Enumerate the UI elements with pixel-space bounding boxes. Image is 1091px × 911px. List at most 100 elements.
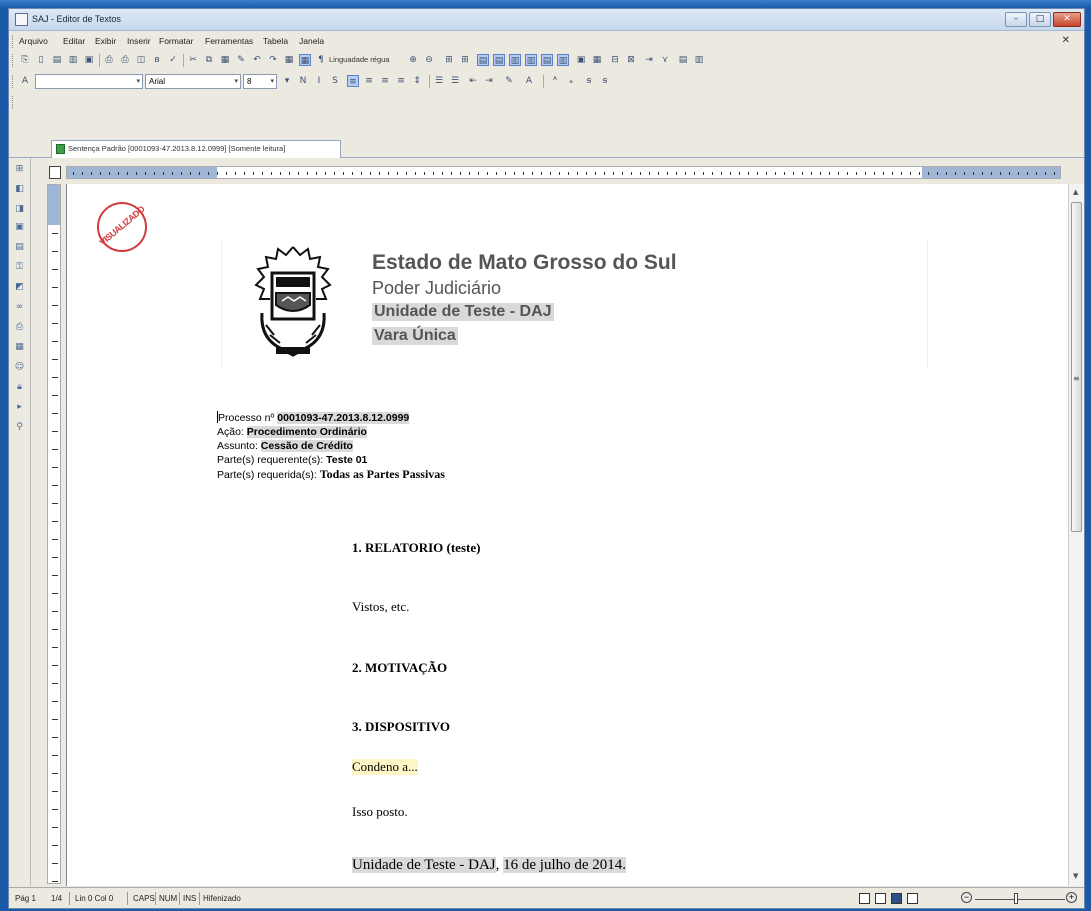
char-format-icon[interactable]: ꞩ [583, 75, 595, 87]
view-layout-icon[interactable] [891, 893, 902, 904]
zoom-slider-knob[interactable] [1014, 893, 1018, 904]
increase-indent-icon[interactable]: ⇥ [483, 75, 495, 87]
autofit-icon[interactable]: ⊠ [625, 54, 637, 66]
arrow-icon[interactable]: ▸ [14, 402, 25, 413]
format-paint-icon[interactable]: ✎ [235, 54, 247, 66]
menu-editar[interactable]: Editar [63, 36, 85, 46]
undo-icon[interactable]: ↶ [251, 54, 263, 66]
padlock-icon[interactable]: 🔒︎ [14, 382, 25, 393]
view-page-icon[interactable] [875, 893, 886, 904]
guide-label[interactable]: Linguadade régua [329, 55, 389, 64]
pin-icon[interactable]: ⚲ [14, 422, 25, 433]
align-left-icon[interactable]: ≡ [347, 75, 359, 87]
cut-icon[interactable]: ✂ [187, 54, 199, 66]
subscript-icon[interactable]: ₐ [565, 75, 577, 87]
menu-tabela[interactable]: Tabela [263, 36, 288, 46]
footer-icon[interactable]: ▥ [693, 54, 705, 66]
redo-icon[interactable]: ↷ [267, 54, 279, 66]
spellcheck-auto-icon[interactable]: ✓ [167, 54, 179, 66]
print-icon[interactable]: ⎙ [14, 322, 25, 333]
bold-icon[interactable]: N [297, 75, 309, 87]
insert-variable-icon[interactable]: ⊞ [14, 164, 25, 175]
menu-arquivo[interactable]: Arquivo [19, 36, 48, 46]
align-right-icon[interactable]: ≡ [379, 75, 391, 87]
scroll-down-icon[interactable]: ▼ [1073, 872, 1078, 880]
minimize-button[interactable]: – [1005, 12, 1027, 27]
menu-janela[interactable]: Janela [299, 36, 324, 46]
font-color-icon[interactable]: A [523, 75, 535, 87]
chevron-down-icon[interactable]: ▾ [136, 75, 140, 88]
print-icon[interactable]: ⎙ [103, 54, 115, 66]
document-list-icon[interactable]: ▦ [14, 342, 25, 353]
style-select[interactable]: ▾ [35, 74, 143, 89]
lock-icon[interactable]: ▣ [14, 222, 25, 233]
spellcheck-icon[interactable]: ʙ [151, 54, 163, 66]
zoom-in-icon[interactable]: + [1066, 892, 1077, 903]
filter-icon[interactable]: ⋎ [659, 54, 671, 66]
align-center-icon[interactable]: ≡ [363, 75, 375, 87]
split-cells-icon[interactable]: ▦ [591, 54, 603, 66]
tab-document[interactable]: Sentença Padrão [0001093-47.2013.8.12.09… [51, 140, 341, 158]
vertical-scrollbar[interactable]: ▲ ≡ ▼ [1068, 184, 1084, 886]
bookmark-icon[interactable]: ◩ [14, 282, 25, 293]
insert-model-icon[interactable]: ◧ [14, 184, 25, 195]
line-spacing-icon[interactable]: ⇕ [411, 75, 423, 87]
font-size-select[interactable]: 8 ▾ [243, 74, 277, 89]
table-row-above-icon[interactable]: ▤ [477, 54, 489, 66]
copy-icon[interactable]: ⧉ [203, 54, 215, 66]
key-icon[interactable]: ⚿ [14, 262, 25, 273]
document-page[interactable]: VISUALIZADO Estado de Mato Grosso do Sul… [66, 184, 1079, 886]
chevron-down-icon[interactable]: ▾ [270, 75, 274, 88]
italic-icon[interactable]: I [313, 75, 325, 87]
tab-stop-selector[interactable] [49, 166, 61, 179]
new-doc-icon[interactable]: ▯ [35, 54, 47, 66]
print-preview-icon[interactable]: ⎙ [119, 54, 131, 66]
view-normal-icon[interactable] [859, 893, 870, 904]
open-icon[interactable]: ▤ [51, 54, 63, 66]
zoom-slider[interactable] [975, 899, 1065, 900]
menu-ferramentas[interactable]: Ferramentas [205, 36, 253, 46]
close-document-icon[interactable]: ✕ [1062, 35, 1070, 46]
highlight-icon[interactable]: ✎ [503, 75, 515, 87]
users-icon[interactable]: ☺ [14, 362, 25, 373]
menu-inserir[interactable]: Inserir [127, 36, 151, 46]
zoom-out-icon[interactable]: − [961, 892, 972, 903]
bullet-list-icon[interactable]: ☰ [449, 75, 461, 87]
table-delete-row-icon[interactable]: ▤ [541, 54, 553, 66]
table-grid-icon[interactable]: ⊞ [443, 54, 455, 66]
pilcrow-icon[interactable]: ¶ [315, 54, 327, 66]
underline-icon[interactable]: S [329, 75, 341, 87]
scroll-up-icon[interactable]: ▲ [1073, 188, 1078, 196]
superscript-icon[interactable]: ᴬ [549, 75, 561, 87]
table-row-below-icon[interactable]: ▤ [493, 54, 505, 66]
zoom-in-icon[interactable]: ⊕ [407, 54, 419, 66]
font-select[interactable]: Arial ▾ [145, 74, 241, 89]
table-icon[interactable]: ▦ [283, 54, 295, 66]
open-folder-icon[interactable]: ▥ [67, 54, 79, 66]
show-grid-icon[interactable]: ▦ [299, 54, 311, 66]
preview-icon[interactable]: ◫ [135, 54, 147, 66]
table-insert-icon[interactable]: ⊞ [459, 54, 471, 66]
vertical-ruler[interactable] [47, 184, 61, 884]
close-button[interactable]: ✕ [1053, 12, 1081, 27]
save-icon[interactable]: ▣ [83, 54, 95, 66]
insert-text-icon[interactable]: ◨ [14, 204, 25, 215]
table-delete-col-icon[interactable]: ▥ [557, 54, 569, 66]
grow-font-icon[interactable]: ▾ [281, 75, 293, 87]
horizontal-ruler[interactable] [66, 166, 1061, 179]
new-icon[interactable]: ⎘ [19, 54, 31, 66]
numbered-list-icon[interactable]: ☰ [433, 75, 445, 87]
table-col-left-icon[interactable]: ▥ [509, 54, 521, 66]
merge-cells-icon[interactable]: ▣ [575, 54, 587, 66]
chevron-down-icon[interactable]: ▾ [234, 75, 238, 88]
menu-formatar[interactable]: Formatar [159, 36, 193, 46]
insert-field-icon[interactable]: ⇥ [643, 54, 655, 66]
char-format2-icon[interactable]: ꞩ [599, 75, 611, 87]
borders-icon[interactable]: ⊟ [609, 54, 621, 66]
paste-icon[interactable]: ▦ [219, 54, 231, 66]
zoom-out-icon[interactable]: ⊖ [423, 54, 435, 66]
decrease-indent-icon[interactable]: ⇤ [467, 75, 479, 87]
header-icon[interactable]: ▤ [677, 54, 689, 66]
menu-exibir[interactable]: Exibir [95, 36, 116, 46]
table-col-right-icon[interactable]: ▥ [525, 54, 537, 66]
